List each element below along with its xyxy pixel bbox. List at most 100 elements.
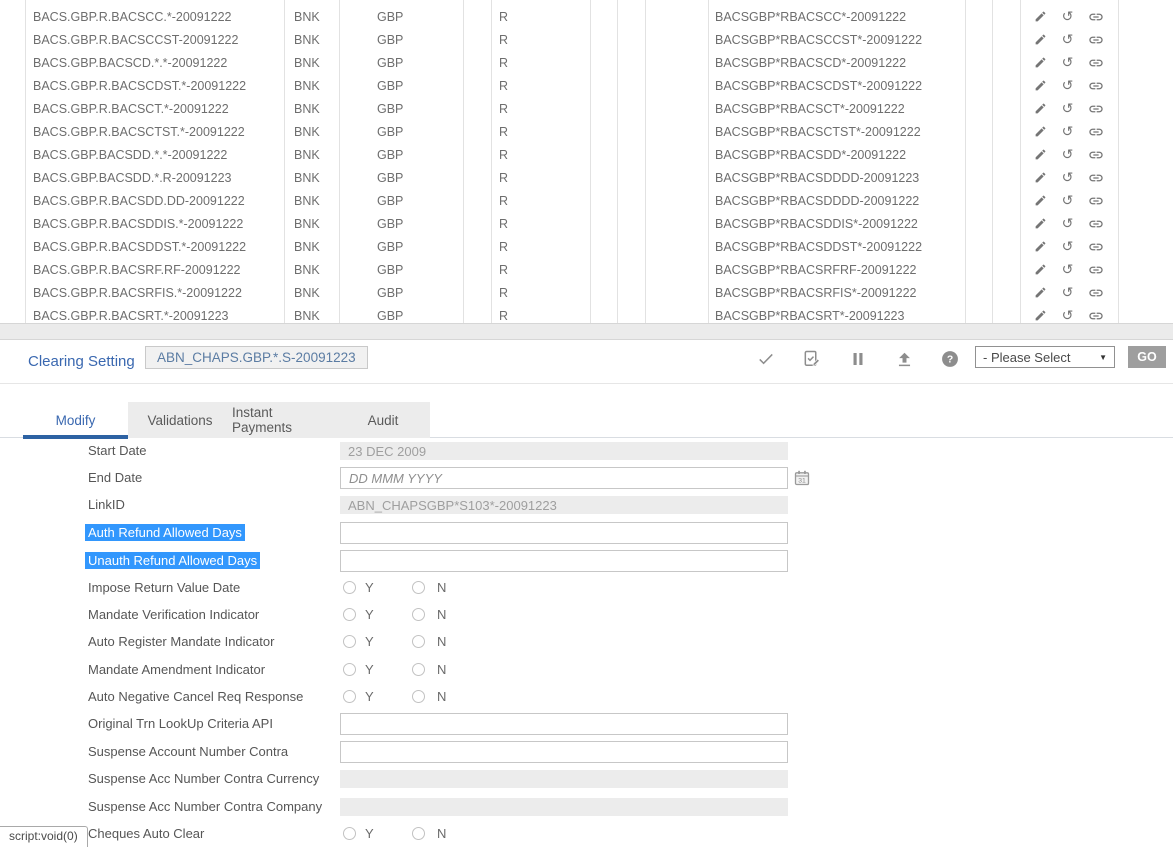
edit-icon[interactable] (1034, 56, 1047, 69)
cell-currency: GBP (339, 194, 463, 208)
form-row-auth-refund: Auth Refund Allowed Days (0, 522, 1173, 544)
table-row[interactable]: BACS.GBP.R.BACSDDIS.*-20091222 BNK GBP R… (25, 212, 1118, 235)
table-row[interactable]: BACS.GBP.R.BACSCDST.*-20091222 BNK GBP R… (25, 74, 1118, 97)
edit-icon[interactable] (1034, 79, 1047, 92)
action-select[interactable]: - Please Select ▼ (975, 346, 1115, 368)
field-label: Original Trn LookUp Criteria API (88, 713, 273, 735)
table-row[interactable]: BACS.GBP.BACSDD.*.R-20091223 BNK GBP R B… (25, 166, 1118, 189)
radio-n[interactable] (412, 608, 425, 621)
radio-n[interactable] (412, 663, 425, 676)
cell-currency: GBP (339, 217, 463, 231)
undo-icon[interactable]: ↺ (1062, 194, 1074, 208)
link-icon[interactable] (1088, 9, 1104, 25)
undo-icon[interactable]: ↺ (1062, 56, 1074, 70)
link-icon[interactable] (1088, 216, 1104, 232)
calendar-icon[interactable]: 31 (793, 469, 811, 492)
undo-icon[interactable]: ↺ (1062, 263, 1074, 277)
original-trn-lookup-input[interactable] (340, 713, 788, 735)
cell-clearing-code: BACS.GBP.R.BACSCTST.*-20091222 (25, 125, 284, 139)
link-icon[interactable] (1088, 170, 1104, 186)
undo-icon[interactable]: ↺ (1062, 240, 1074, 254)
table-row[interactable]: BACS.GBP.R.BACSDDST.*-20091222 BNK GBP R… (25, 235, 1118, 258)
undo-icon[interactable]: ↺ (1062, 217, 1074, 231)
pause-icon[interactable] (848, 349, 868, 369)
edit-icon[interactable] (1034, 194, 1047, 207)
table-row[interactable]: BACS.GBP.R.BACSDD.DD-20091222 BNK GBP R … (25, 189, 1118, 212)
link-icon[interactable] (1088, 124, 1104, 140)
undo-icon[interactable]: ↺ (1062, 33, 1074, 47)
table-row[interactable]: BACS.GBP.BACSCD.*.*-20091222 BNK GBP R B… (25, 51, 1118, 74)
undo-icon[interactable]: ↺ (1062, 171, 1074, 185)
link-icon[interactable] (1088, 55, 1104, 71)
edit-icon[interactable] (1034, 148, 1047, 161)
edit-icon[interactable] (1034, 33, 1047, 46)
tab-instant-payments[interactable]: Instant Payments (232, 402, 336, 438)
link-icon[interactable] (1088, 239, 1104, 255)
table-row[interactable]: BACS.GBP.BACSDD.*.*-20091222 BNK GBP R B… (25, 143, 1118, 166)
undo-icon[interactable]: ↺ (1062, 125, 1074, 139)
undo-icon[interactable]: ↺ (1062, 286, 1074, 300)
radio-n[interactable] (412, 635, 425, 648)
approve-check-icon[interactable] (756, 349, 776, 369)
radio-y[interactable] (343, 608, 356, 621)
table-row[interactable]: BACS.GBP.R.BACSCT.*-20091222 BNK GBP R B… (25, 97, 1118, 120)
undo-icon[interactable]: ↺ (1062, 148, 1074, 162)
edit-icon[interactable] (1034, 171, 1047, 184)
cell-clearing-code: BACS.GBP.R.BACSCT.*-20091222 (25, 102, 284, 116)
edit-icon[interactable] (1034, 309, 1047, 322)
upload-icon[interactable] (894, 349, 914, 369)
radio-n[interactable] (412, 581, 425, 594)
cell-bank: BNK (284, 10, 339, 24)
unauth-refund-days-input[interactable] (340, 550, 788, 572)
link-icon[interactable] (1088, 32, 1104, 48)
undo-icon[interactable]: ↺ (1062, 10, 1074, 24)
cell-currency: GBP (339, 125, 463, 139)
cell-direction: R (491, 125, 590, 139)
cell-bank: BNK (284, 217, 339, 231)
row-actions: ↺ (1020, 28, 1118, 51)
edit-icon[interactable] (1034, 10, 1047, 23)
table-row[interactable]: BACS.GBP.R.BACSCCST-20091222 BNK GBP R B… (25, 28, 1118, 51)
radio-y[interactable] (343, 827, 356, 840)
radio-y[interactable] (343, 663, 356, 676)
tab-validations[interactable]: Validations (128, 402, 232, 438)
radio-y-label: Y (365, 604, 374, 626)
link-icon[interactable] (1088, 262, 1104, 278)
link-icon[interactable] (1088, 101, 1104, 117)
link-icon[interactable] (1088, 193, 1104, 209)
edit-icon[interactable] (1034, 263, 1047, 276)
table-row[interactable]: BACS.GBP.R.BACSRFIS.*-20091222 BNK GBP R… (25, 281, 1118, 304)
end-date-input[interactable] (340, 467, 788, 489)
table-row[interactable]: BACS.GBP.R.BACSCC.*-20091222 BNK GBP R B… (25, 5, 1118, 28)
row-actions: ↺ (1020, 166, 1118, 189)
edit-record-icon[interactable] (802, 349, 822, 369)
link-icon[interactable] (1088, 78, 1104, 94)
undo-icon[interactable]: ↺ (1062, 79, 1074, 93)
edit-icon[interactable] (1034, 217, 1047, 230)
cell-mapped-code: BACSGBP*RBACSRFRF-20091222 (708, 263, 965, 277)
edit-icon[interactable] (1034, 286, 1047, 299)
radio-y[interactable] (343, 690, 356, 703)
table-row[interactable]: BACS.GBP.R.BACSCTST.*-20091222 BNK GBP R… (25, 120, 1118, 143)
link-icon[interactable] (1088, 285, 1104, 301)
radio-n[interactable] (412, 690, 425, 703)
tab-modify[interactable]: Modify (23, 402, 128, 438)
table-row[interactable]: BACS.GBP.R.BACSRT.*-20091223 BNK GBP R B… (25, 304, 1118, 323)
go-button[interactable]: GO (1128, 346, 1166, 368)
tab-audit[interactable]: Audit (336, 402, 430, 438)
radio-y[interactable] (343, 581, 356, 594)
edit-icon[interactable] (1034, 125, 1047, 138)
help-icon[interactable]: ? (940, 349, 960, 369)
link-icon[interactable] (1088, 308, 1104, 324)
page-title: Clearing Setting (28, 353, 135, 370)
radio-y[interactable] (343, 635, 356, 648)
edit-icon[interactable] (1034, 240, 1047, 253)
edit-icon[interactable] (1034, 102, 1047, 115)
table-row[interactable]: BACS.GBP.R.BACSRF.RF-20091222 BNK GBP R … (25, 258, 1118, 281)
undo-icon[interactable]: ↺ (1062, 102, 1074, 116)
suspense-account-contra-input[interactable] (340, 741, 788, 763)
radio-n[interactable] (412, 827, 425, 840)
auth-refund-days-input[interactable] (340, 522, 788, 544)
link-icon[interactable] (1088, 147, 1104, 163)
undo-icon[interactable]: ↺ (1062, 309, 1074, 323)
